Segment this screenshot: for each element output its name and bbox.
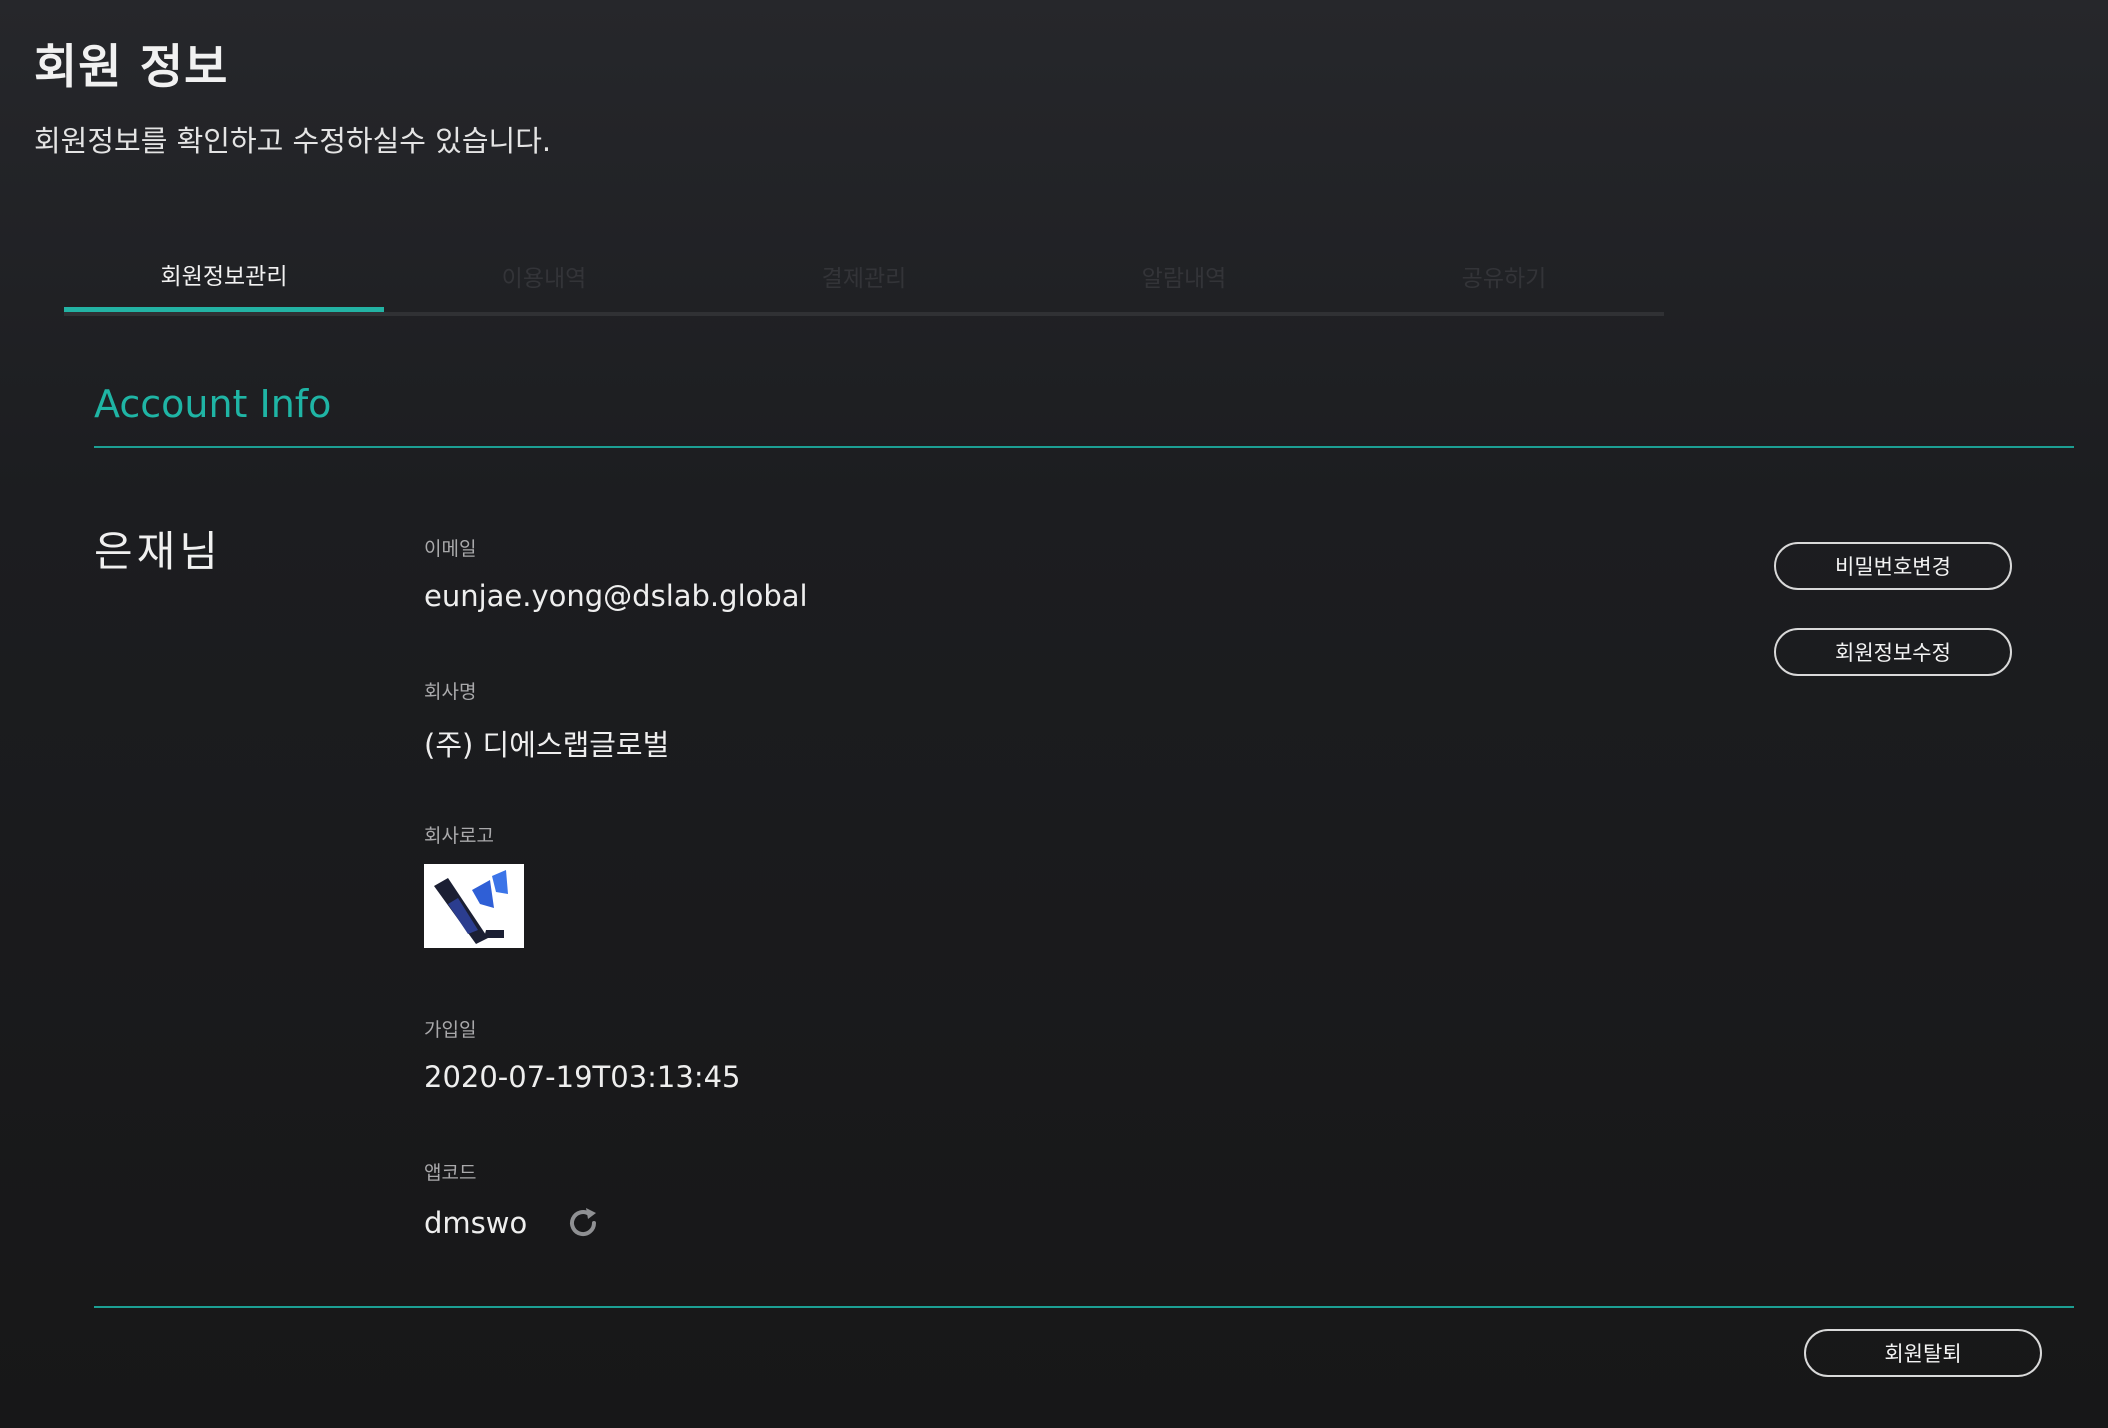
withdraw-button[interactable]: 회원탈퇴	[1804, 1329, 2042, 1377]
refresh-icon[interactable]	[563, 1203, 603, 1243]
company-value: (주) 디에스랩글로벌	[424, 728, 670, 762]
company-field: 회사명 (주) 디에스랩글로벌	[424, 677, 669, 764]
appcode-label: 앱코드	[424, 1162, 477, 1184]
company-logo-field: 회사로고	[424, 821, 524, 948]
tab-usage-history[interactable]: 이용내역	[384, 240, 704, 312]
joined-date-field: 가입일 2020-07-19T03:13:45	[424, 1015, 741, 1094]
appcode-field: 앱코드 dmswo	[424, 1158, 603, 1243]
company-logo-label: 회사로고	[424, 825, 494, 847]
tab-member-info[interactable]: 회원정보관리	[64, 240, 384, 312]
section-divider-bottom	[94, 1306, 2074, 1308]
edit-member-info-button[interactable]: 회원정보수정	[1774, 628, 2012, 676]
tab-payment[interactable]: 결제관리	[704, 240, 1024, 312]
section-divider-top	[94, 446, 2074, 448]
tab-bar: 회원정보관리 이용내역 결제관리 알람내역 공유하기	[64, 240, 1664, 316]
company-label: 회사명	[424, 681, 477, 703]
tab-notifications[interactable]: 알람내역	[1024, 240, 1344, 312]
appcode-row: dmswo	[424, 1203, 603, 1243]
email-field: 이메일 eunjae.yong@dslab.global	[424, 534, 808, 613]
email-label: 이메일	[424, 538, 477, 560]
page-subtitle: 회원정보를 확인하고 수정하실수 있습니다.	[34, 124, 552, 158]
appcode-value: dmswo	[424, 1206, 528, 1240]
tab-share[interactable]: 공유하기	[1344, 240, 1664, 312]
email-value: eunjae.yong@dslab.global	[424, 579, 808, 613]
page-title: 회원 정보	[34, 40, 229, 95]
joined-date-value: 2020-07-19T03:13:45	[424, 1060, 741, 1094]
company-logo-image	[424, 864, 524, 948]
joined-date-label: 가입일	[424, 1019, 477, 1041]
section-title: Account Info	[94, 382, 332, 426]
user-name: 은재님	[94, 527, 222, 576]
change-password-button[interactable]: 비밀번호변경	[1774, 542, 2012, 590]
